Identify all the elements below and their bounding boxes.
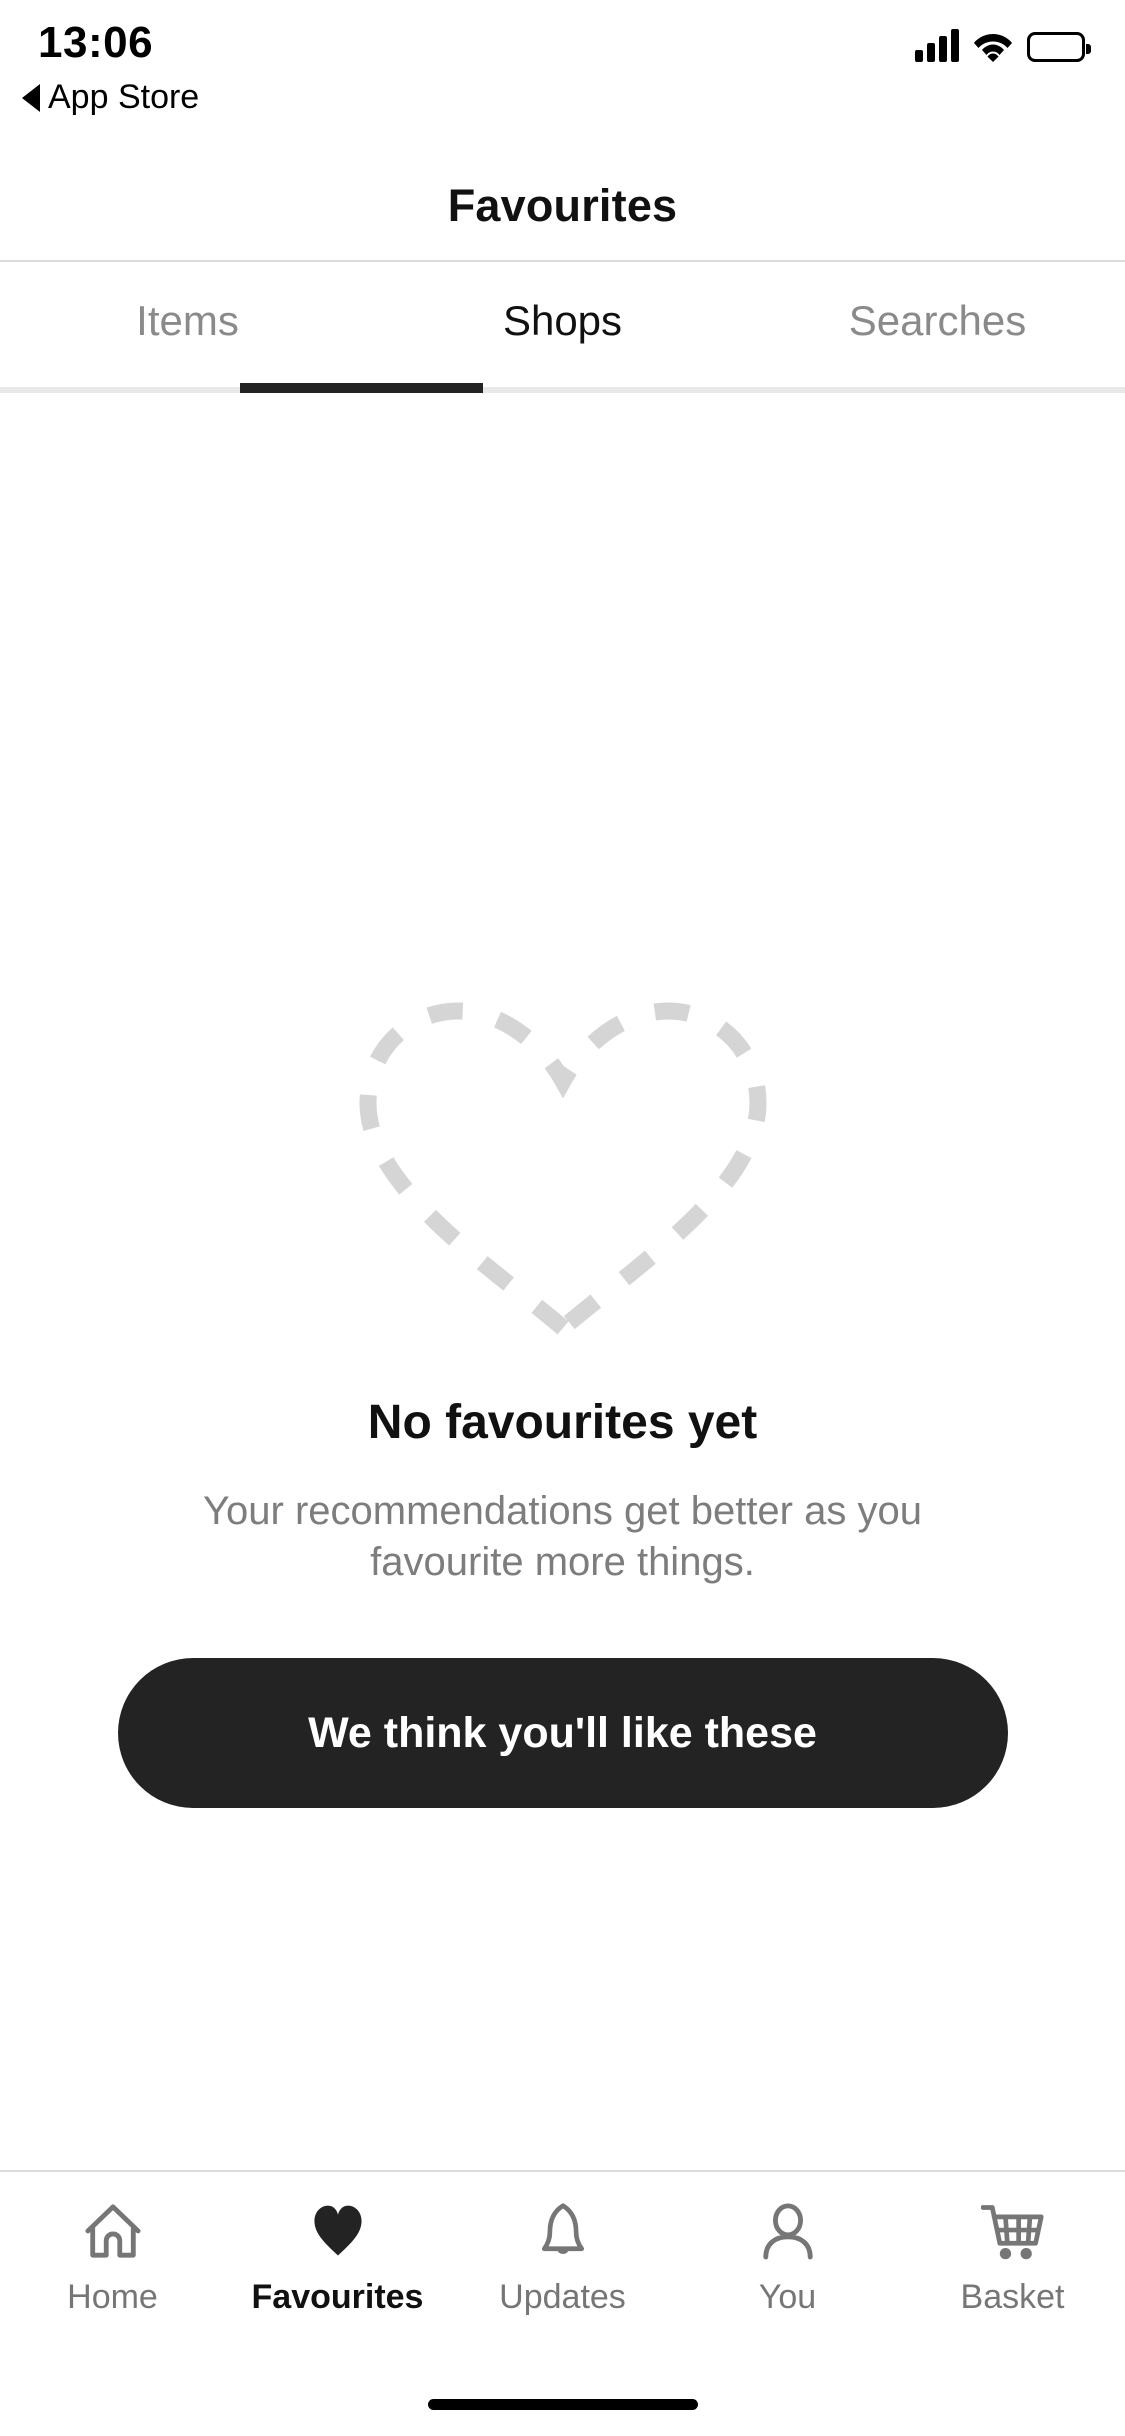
favourites-empty-state: No favourites yet Your recommendations g… <box>0 393 1125 2170</box>
empty-state-subtitle: Your recommendations get better as you f… <box>203 1489 922 1585</box>
recommendations-button[interactable]: We think you'll like these <box>117 1658 1008 1809</box>
nav-item-updates[interactable]: Updates <box>450 2198 675 2317</box>
nav-item-basket[interactable]: Basket <box>900 2198 1125 2317</box>
shopping-cart-icon <box>980 2198 1046 2264</box>
battery-full-icon <box>1027 32 1091 62</box>
back-link-label: App Store <box>48 78 200 116</box>
tab-shops[interactable]: Shops <box>375 262 750 393</box>
wifi-icon <box>973 28 1013 62</box>
person-icon <box>755 2198 821 2264</box>
nav-item-home[interactable]: Home <box>0 2198 225 2317</box>
nav-label-basket: Basket <box>960 2278 1065 2316</box>
house-icon <box>80 2198 146 2264</box>
back-to-app-store-link[interactable]: App Store <box>22 78 199 117</box>
nav-label-you: You <box>758 2278 817 2316</box>
nav-label-home: Home <box>67 2278 158 2316</box>
empty-state-title: No favourites yet <box>367 1396 758 1449</box>
bell-icon <box>530 2198 596 2264</box>
nav-label-updates: Updates <box>499 2278 626 2316</box>
bottom-navigation-bar: Home Favourites Updates You Basket <box>0 2170 1125 2436</box>
home-indicator[interactable] <box>427 2399 698 2410</box>
status-bar-time: 13:06 <box>38 18 154 67</box>
dashed-heart-icon <box>343 993 783 1343</box>
nav-item-favourites[interactable]: Favourites <box>225 2198 450 2317</box>
nav-label-favourites: Favourites <box>251 2278 424 2316</box>
heart-filled-icon <box>305 2198 371 2264</box>
segmented-tab-bar: Items Shops Searches <box>0 262 1125 393</box>
status-bar-indicators <box>915 28 1091 62</box>
page-title: Favourites <box>447 180 678 231</box>
app-screen: 13:06 App Store Favourites Items Shops S… <box>0 0 1125 2436</box>
status-bar: 13:06 App Store <box>0 0 1125 152</box>
triangle-left-icon <box>22 83 40 112</box>
active-tab-indicator <box>239 383 483 393</box>
tab-searches[interactable]: Searches <box>750 262 1125 393</box>
nav-item-you[interactable]: You <box>675 2198 900 2317</box>
tab-items[interactable]: Items <box>0 262 375 393</box>
cellular-signal-icon <box>915 28 959 62</box>
page-header: Favourites <box>0 152 1125 262</box>
